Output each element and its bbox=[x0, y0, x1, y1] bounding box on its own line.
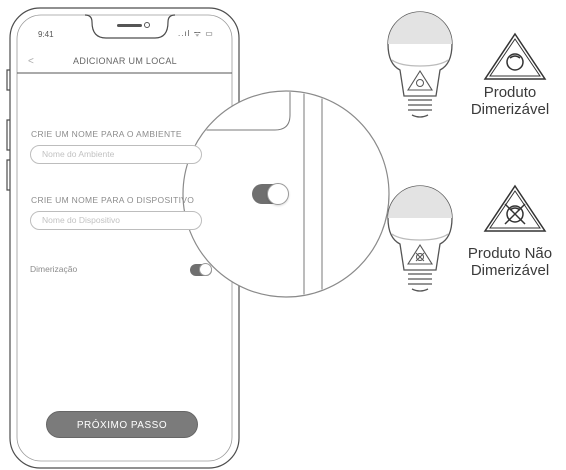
non-dimmable-legend-line2: Dimerizável bbox=[470, 262, 550, 279]
magnified-toggle-knob bbox=[267, 183, 289, 205]
dimmable-legend: Produto Dimerizável bbox=[455, 84, 565, 118]
dimmable-triangle-icon bbox=[483, 32, 547, 80]
next-step-button[interactable]: PRÓXIMO PASSO bbox=[46, 411, 198, 438]
dimming-label: Dimerização bbox=[30, 264, 78, 274]
dimmable-bulb-illustration bbox=[387, 11, 453, 118]
non-dimmable-legend: Produto Não Dimerizável bbox=[455, 245, 565, 279]
toggle-knob bbox=[199, 263, 212, 276]
non-dimmable-bulb-illustration bbox=[387, 185, 453, 292]
environment-name-input[interactable]: Nome do Ambiente bbox=[30, 145, 202, 164]
environment-label: CRIE UM NOME PARA O AMBIENTE bbox=[31, 129, 182, 139]
chevron-left-icon[interactable]: < bbox=[28, 56, 34, 67]
notch-speaker bbox=[117, 22, 150, 28]
non-dimmable-legend-line1: Produto Não bbox=[467, 245, 553, 262]
dimmable-legend-line1: Produto bbox=[483, 84, 537, 101]
magnified-dimming-toggle bbox=[252, 183, 289, 205]
illustration-canvas bbox=[6, 7, 547, 469]
device-name-input[interactable]: Nome do Dispositivo bbox=[30, 211, 202, 230]
device-label: CRIE UM NOME PARA O DISPOSITIVO bbox=[31, 195, 195, 205]
status-time: 9:41 bbox=[38, 30, 54, 39]
non-dimmable-triangle-icon bbox=[483, 184, 547, 232]
dimming-toggle[interactable] bbox=[190, 263, 212, 276]
dimmable-legend-line2: Dimerizável bbox=[470, 101, 550, 118]
page-title: ADICIONAR UM LOCAL bbox=[73, 56, 177, 66]
status-icons: ..ıl ᯤ ▭ bbox=[178, 29, 214, 38]
